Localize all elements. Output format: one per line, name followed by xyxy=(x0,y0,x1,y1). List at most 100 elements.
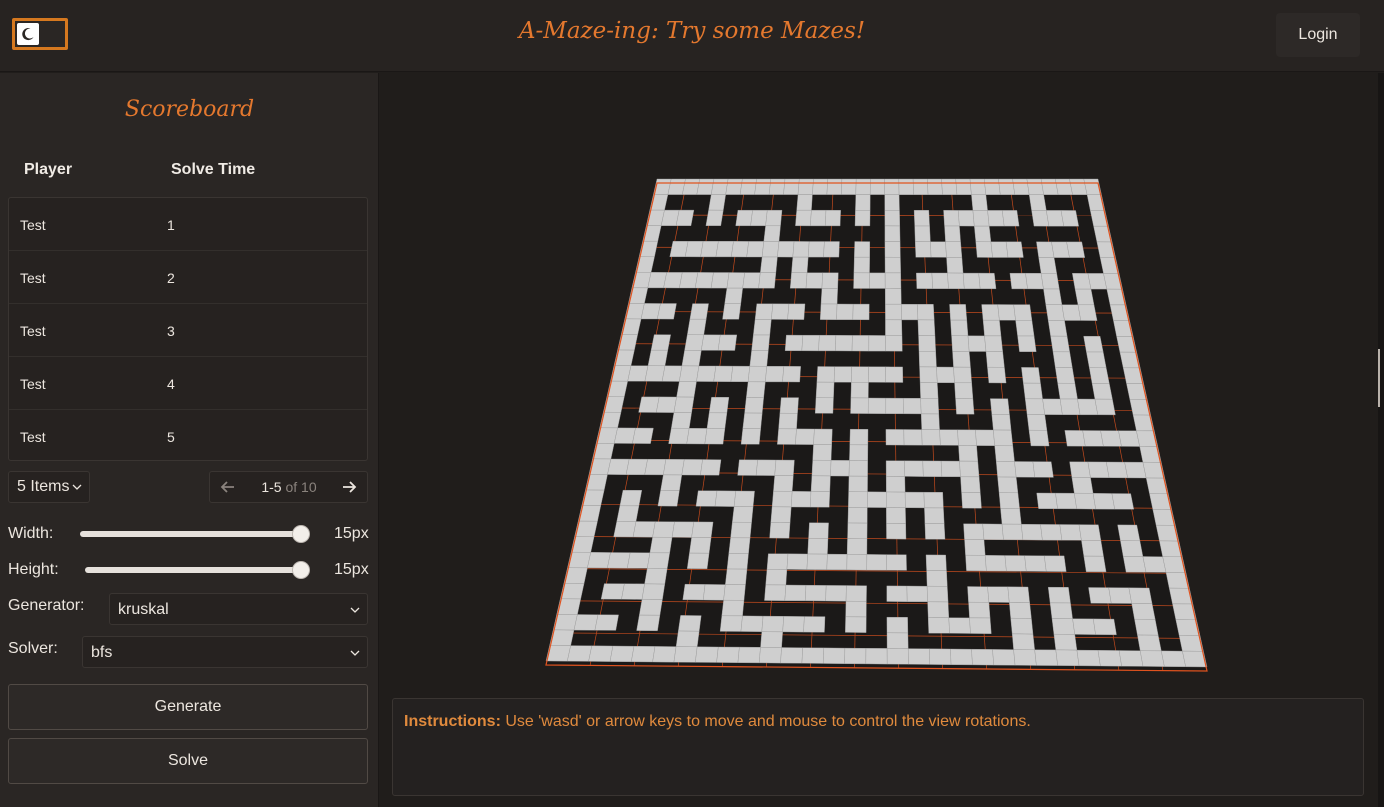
login-button[interactable]: Login xyxy=(1276,13,1360,57)
maze-wall-block xyxy=(619,489,643,507)
maze-wall-block xyxy=(1040,273,1060,290)
maze-wall-block xyxy=(1057,382,1078,400)
instructions-box: Instructions: Use 'wasd' or arrow keys t… xyxy=(392,698,1364,796)
prev-page-button[interactable] xyxy=(210,472,246,502)
maze-wall-block xyxy=(833,366,852,383)
maze-wall-block xyxy=(657,303,677,320)
column-header-player: Player xyxy=(24,161,73,178)
maze-wall-block xyxy=(953,366,972,383)
maze-wall-block xyxy=(682,583,706,601)
maze-wall-block xyxy=(661,365,683,382)
maze-wall-block xyxy=(818,334,837,352)
solve-time-cell: 4 xyxy=(167,376,175,392)
maze-wall-block xyxy=(993,429,1014,447)
maze-wall-block xyxy=(771,490,793,508)
maze-wall-block xyxy=(926,570,948,587)
maze-wall-block xyxy=(1066,241,1086,258)
scrollbar-thumb[interactable] xyxy=(1378,349,1380,407)
maze-wall-block xyxy=(1031,210,1050,227)
maze-wall-block xyxy=(854,241,871,258)
solver-select[interactable]: bfs xyxy=(82,636,368,668)
maze-wall-block xyxy=(681,350,702,367)
maze-wall-block xyxy=(770,506,792,523)
maze-wall-block xyxy=(795,209,812,227)
moon-icon xyxy=(22,28,34,41)
maze-wall-block xyxy=(728,537,751,554)
solve-button[interactable]: Solve xyxy=(8,738,368,784)
generate-button[interactable]: Generate xyxy=(8,684,368,730)
maze-wall-block xyxy=(774,459,795,476)
slider-thumb[interactable] xyxy=(293,526,309,542)
page-size-select[interactable]: 5 Items xyxy=(8,471,90,503)
maze-wall-block xyxy=(816,366,835,383)
slider-thumb[interactable] xyxy=(293,562,309,578)
maze-wall-block xyxy=(573,614,599,631)
maze-wall-block xyxy=(946,257,964,274)
maze-wall-block xyxy=(808,522,829,539)
maze-wall-block xyxy=(1074,492,1096,510)
scrollbar[interactable] xyxy=(1378,73,1384,807)
maze-wall-block xyxy=(1078,524,1102,541)
maze-wall-block xyxy=(848,491,868,508)
next-page-button[interactable] xyxy=(331,472,367,502)
maze-wall-block xyxy=(710,178,729,195)
maze-wall-block xyxy=(684,241,704,258)
height-slider[interactable] xyxy=(85,562,309,578)
maze-wall-block xyxy=(941,178,958,195)
maze-wall-block xyxy=(826,178,843,195)
width-slider[interactable] xyxy=(80,526,309,542)
maze-wall-block xyxy=(995,461,1017,478)
maze-wall-block xyxy=(721,599,745,617)
maze-wall-block xyxy=(886,491,906,508)
maze-wall-block xyxy=(866,554,887,571)
maze-wall-block xyxy=(1028,194,1047,211)
maze-wall-block xyxy=(1118,430,1140,447)
maze-wall-block xyxy=(1128,587,1153,604)
maze-wall-block xyxy=(1013,649,1037,666)
sidebar: Scoreboard Player Solve Time Test 1 Test… xyxy=(0,73,379,807)
maze-wall-block xyxy=(851,366,869,383)
maze-wall-block xyxy=(815,381,835,399)
maze-wall-block xyxy=(886,523,907,540)
maze-wall-block xyxy=(1028,429,1050,447)
maze-wall-block xyxy=(1051,241,1070,258)
maze-wall-block xyxy=(940,460,961,478)
arrow-right-icon xyxy=(343,481,357,493)
maze-wall-block xyxy=(997,476,1019,494)
maze-wall-block xyxy=(1083,335,1104,353)
maze-wall-block xyxy=(978,272,997,290)
maze-wall-block xyxy=(716,646,740,663)
maze-wall-block xyxy=(991,414,1012,431)
maze-wall-block xyxy=(971,648,995,666)
maze-wall-block xyxy=(758,272,777,289)
maze-wall-block xyxy=(846,554,868,571)
maze-wall-block xyxy=(751,334,771,351)
maze-wall-block xyxy=(929,648,952,665)
maze-wall-block xyxy=(696,178,715,195)
maze-wall-block xyxy=(784,334,804,352)
maze-wall-block xyxy=(949,304,968,321)
app-header: A-Maze-ing: Try some Mazes! Login xyxy=(0,0,1384,72)
maze-wall-block xyxy=(984,335,1003,352)
maze-wall-block xyxy=(804,584,827,602)
solve-time-cell: 1 xyxy=(167,217,175,233)
maze-wall-block xyxy=(1023,382,1043,400)
generator-select[interactable]: kruskal xyxy=(109,593,368,625)
maze-wall-block xyxy=(865,648,888,665)
maze-wall-block xyxy=(725,568,748,585)
maze-wall-block xyxy=(810,475,831,492)
maze-wall-block xyxy=(739,178,757,195)
maze-wall-block xyxy=(927,601,950,618)
maze-wall-block xyxy=(587,552,611,569)
maze-wall-block xyxy=(1074,288,1095,306)
maze-wall-block xyxy=(974,225,992,243)
maze-wall-block xyxy=(972,210,990,227)
maze-3d-view[interactable] xyxy=(380,73,1378,693)
maze-wall-block xyxy=(607,458,630,475)
theme-toggle[interactable] xyxy=(12,18,68,50)
pagination: 1-5 of 10 xyxy=(209,471,368,503)
table-row: Test 1 xyxy=(9,198,367,251)
player-cell: Test xyxy=(20,376,46,392)
maze-wall-block xyxy=(1032,461,1054,478)
maze-wall-block xyxy=(884,210,901,227)
